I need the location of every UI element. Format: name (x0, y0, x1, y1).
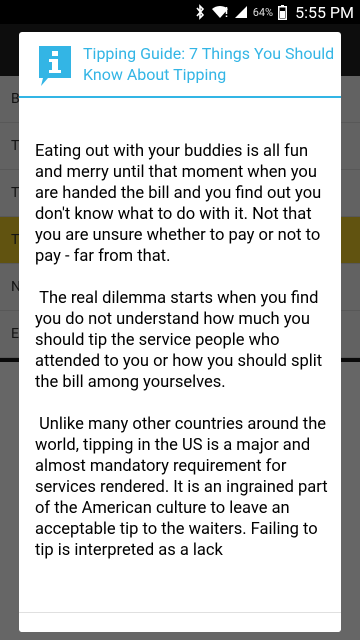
status-icons: 64% 5:55 PM (195, 0, 354, 24)
close-button[interactable]: Close (19, 613, 341, 632)
body-paragraph: Eating out with your buddies is all fun … (35, 142, 326, 266)
battery-percent: 64% (252, 5, 274, 19)
clock: 5:55 PM (295, 2, 354, 22)
bluetooth-icon (196, 4, 204, 20)
dialog-title: Tipping Guide: 7 Things You Should Know … (83, 44, 335, 84)
battery-icon (278, 4, 288, 20)
info-icon (39, 46, 71, 86)
body-paragraph: The real dilemma starts when you find yo… (35, 289, 327, 392)
dialog-header: Tipping Guide: 7 Things You Should Know … (19, 32, 341, 96)
dialog-body[interactable]: Eating out with your buddies is all fun … (35, 98, 335, 612)
tipping-guide-dialog: Tipping Guide: 7 Things You Should Know … (19, 32, 341, 632)
status-bar: 64% 5:55 PM (0, 0, 360, 24)
body-paragraph: Unlike many other countries around the w… (35, 415, 332, 560)
signal-icon (234, 6, 247, 18)
wifi-icon (211, 5, 228, 18)
